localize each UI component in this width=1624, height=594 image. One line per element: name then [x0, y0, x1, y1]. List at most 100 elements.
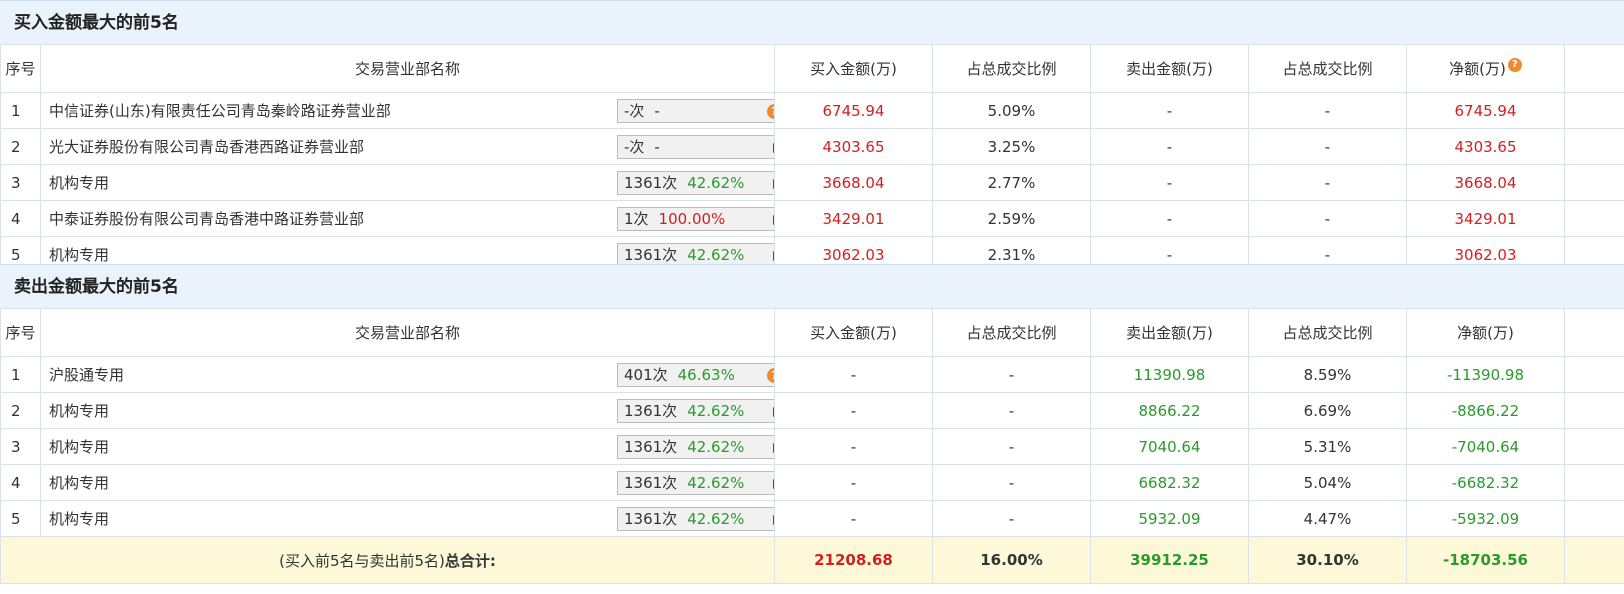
col-index: 序号: [0, 44, 41, 93]
row-spacer: [1564, 356, 1624, 393]
arrow-right-icon[interactable]: [773, 479, 774, 489]
net-amount: -7040.64: [1406, 428, 1565, 465]
branch-stats-button[interactable]: 1361次 42.62%: [617, 507, 774, 531]
row-spacer: [1564, 128, 1624, 165]
trade-count: -次: [624, 138, 645, 156]
col-index: 序号: [0, 308, 41, 357]
trade-count: 401次: [624, 366, 668, 384]
sell-amount: -: [1090, 164, 1249, 201]
trade-count: 1361次: [624, 246, 678, 264]
branch-stats-button[interactable]: 1361次 42.62%: [617, 471, 774, 495]
buy-amount: 6745.94: [774, 92, 933, 129]
branch-name-cell: 沪股通专用 401次 46.63%?: [40, 356, 775, 393]
sell-amount: 5932.09: [1090, 500, 1249, 537]
arrow-right-icon[interactable]: [773, 443, 774, 453]
row-spacer: [1564, 428, 1624, 465]
branch-stats-button[interactable]: 1361次 42.62%: [617, 171, 774, 195]
trade-count: 1361次: [624, 510, 678, 528]
col-sell-ratio: 占总成交比例: [1248, 44, 1407, 93]
row-index: 4: [0, 200, 41, 237]
row-index: 1: [0, 356, 41, 393]
success-rate: 42.62%: [687, 246, 745, 264]
branch-name-cell: 机构专用 1361次 42.62%: [40, 500, 775, 537]
branch-name-link[interactable]: 机构专用: [49, 474, 109, 492]
branch-name-cell: 机构专用 1361次 42.62%: [40, 392, 775, 429]
row-spacer: [1564, 200, 1624, 237]
branch-stats-button[interactable]: 1次 100.00%: [617, 207, 774, 231]
branch-stats-button[interactable]: 401次 46.63%?: [617, 363, 774, 387]
question-icon[interactable]: ?: [767, 368, 774, 383]
question-icon[interactable]: ?: [1507, 58, 1522, 72]
sell-ratio: -: [1248, 92, 1407, 129]
success-rate: 100.00%: [658, 210, 726, 228]
success-rate: 42.62%: [687, 402, 745, 420]
branch-stats-button[interactable]: -次 -: [617, 135, 774, 159]
arrow-right-icon[interactable]: [773, 251, 774, 261]
col-branch-name: 交易营业部名称: [40, 308, 775, 357]
table-row: 3 机构专用 1361次 42.62% 3668.04 2.77% - -3668.04: [0, 164, 1624, 201]
total-buy-amount: 21208.68: [774, 536, 933, 584]
buy-amount: 4303.65: [774, 128, 933, 165]
sell-ratio: 4.47%: [1248, 500, 1407, 537]
sell-amount: 8866.22: [1090, 392, 1249, 429]
branch-name-link[interactable]: 中泰证券股份有限公司青岛香港中路证券营业部: [49, 210, 364, 228]
sell-header-row: 序号 交易营业部名称 买入金额(万) 占总成交比例 卖出金额(万) 占总成交比例…: [0, 308, 1624, 357]
buy-header-row: 序号 交易营业部名称 买入金额(万) 占总成交比例 卖出金额(万) 占总成交比例…: [0, 44, 1624, 93]
row-spacer: [1564, 464, 1624, 501]
branch-name-link[interactable]: 机构专用: [49, 438, 109, 456]
branch-name-link[interactable]: 机构专用: [49, 246, 109, 264]
col-spacer: [1564, 308, 1624, 357]
buy-ratio: 5.09%: [932, 92, 1091, 129]
buy-amount: 3429.01: [774, 200, 933, 237]
branch-name-link[interactable]: 机构专用: [49, 402, 109, 420]
sell-amount: -: [1090, 200, 1249, 237]
table-row: 5 机构专用 1361次 42.62% - -5932.09 4.47% -5932.09: [0, 500, 1624, 537]
row-index: 4: [0, 464, 41, 501]
arrow-right-icon[interactable]: [773, 515, 774, 525]
branch-name-cell: 机构专用 1361次 42.62%: [40, 164, 775, 201]
net-amount: -8866.22: [1406, 392, 1565, 429]
sell-ratio: 5.04%: [1248, 464, 1407, 501]
arrow-right-icon[interactable]: [773, 215, 774, 225]
col-buy-ratio: 占总成交比例: [932, 44, 1091, 93]
row-index: 3: [0, 164, 41, 201]
total-buy-ratio: 16.00%: [932, 536, 1091, 584]
row-spacer: [1564, 392, 1624, 429]
success-rate: 46.63%: [677, 366, 735, 384]
branch-stats-button[interactable]: 1361次 42.62%: [617, 399, 774, 423]
trade-count: 1361次: [624, 174, 678, 192]
branch-stats-button[interactable]: 1361次 42.62%: [617, 435, 774, 459]
buy-amount: -: [774, 392, 933, 429]
branch-name-cell: 机构专用 1361次 42.62%: [40, 464, 775, 501]
col-net: 净额(万): [1406, 308, 1565, 357]
sell-table: 序号 交易营业部名称 买入金额(万) 占总成交比例 卖出金额(万) 占总成交比例…: [0, 308, 1624, 584]
net-amount: 4303.65: [1406, 128, 1565, 165]
col-branch-name: 交易营业部名称: [40, 44, 775, 93]
sell-ratio: -: [1248, 200, 1407, 237]
branch-name-link[interactable]: 中信证券(山东)有限责任公司青岛秦岭路证券营业部: [49, 102, 391, 120]
row-spacer: [1564, 164, 1624, 201]
arrow-right-icon[interactable]: [773, 143, 774, 153]
branch-name-link[interactable]: 光大证券股份有限公司青岛香港西路证券营业部: [49, 138, 364, 156]
buy-table: 序号 交易营业部名称 买入金额(万) 占总成交比例 卖出金额(万) 占总成交比例…: [0, 44, 1624, 273]
branch-name-link[interactable]: 机构专用: [49, 174, 109, 192]
buy-section-title: 买入金额最大的前5名: [0, 0, 1624, 46]
row-spacer: [1564, 92, 1624, 129]
buy-ratio: -: [932, 356, 1091, 393]
arrow-right-icon[interactable]: [773, 179, 774, 189]
trade-count: -次: [624, 102, 645, 120]
question-icon[interactable]: ?: [767, 104, 774, 119]
table-row: 2 机构专用 1361次 42.62% - -8866.22 6.69% -8866.22: [0, 392, 1624, 429]
sell-ratio: 5.31%: [1248, 428, 1407, 465]
branch-name-link[interactable]: 沪股通专用: [49, 366, 124, 384]
branch-stats-button[interactable]: -次-?: [617, 99, 774, 123]
lhb-page: 买入金额最大的前5名 序号 交易营业部名称 买入金额(万) 占总成交比例 卖出金…: [0, 0, 1624, 594]
branch-name-link[interactable]: 机构专用: [49, 510, 109, 528]
buy-ratio: -: [932, 500, 1091, 537]
col-sell-amount: 卖出金额(万): [1090, 308, 1249, 357]
buy-amount: -: [774, 356, 933, 393]
success-rate: 42.62%: [687, 438, 745, 456]
row-index: 1: [0, 92, 41, 129]
buy-ratio: -: [932, 428, 1091, 465]
arrow-right-icon[interactable]: [773, 407, 774, 417]
